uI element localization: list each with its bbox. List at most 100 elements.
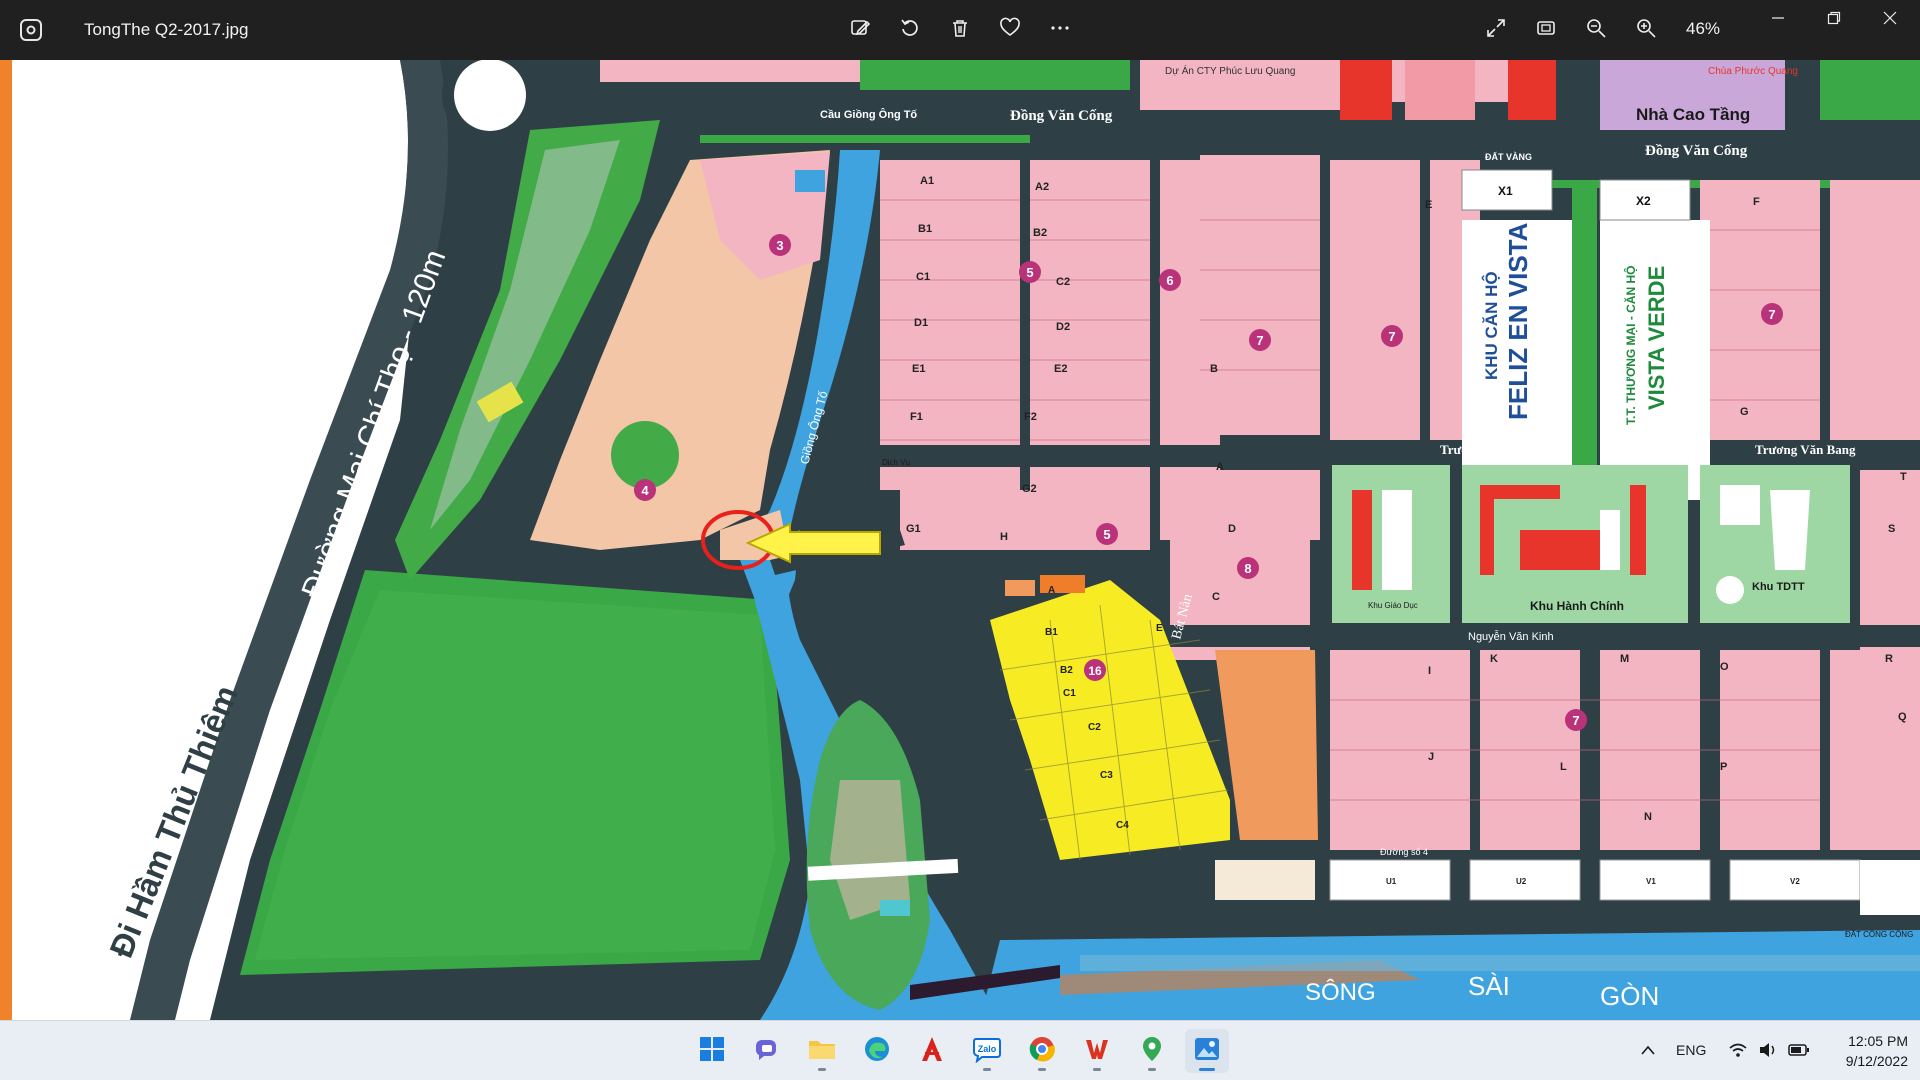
block-label: J [1428, 751, 1434, 763]
zone-badge: 5 [1103, 527, 1110, 542]
yellow-block-label: C2 [1088, 722, 1101, 733]
fit-to-window-button[interactable] [1530, 14, 1562, 46]
title-bar: TongThe Q2-2017.jpg 46% [0, 0, 1920, 60]
image-viewport[interactable]: Đường Mai Chí Thọ - 120m Đi Hầm Thủ Thiê… [0, 60, 1920, 1020]
clock-date: 9/12/2022 [1845, 1053, 1908, 1069]
block-label: U1 [1386, 877, 1397, 886]
zoom-in-button[interactable] [1630, 14, 1662, 46]
label-khu-can-ho: KHU CĂN HỘ [1482, 271, 1501, 380]
chevron-up-icon[interactable] [1640, 1043, 1656, 1061]
block-label: D2 [1056, 321, 1070, 333]
photos-app[interactable] [1185, 1029, 1229, 1073]
label-dich-vu: Dịch Vụ [882, 458, 910, 467]
more-icon [1049, 17, 1071, 44]
minimize-button[interactable] [1750, 0, 1806, 40]
yellow-block-label: C3 [1100, 770, 1113, 781]
map-pin-icon [1139, 1035, 1165, 1068]
label-khu-hanh-chinh: Khu Hành Chính [1530, 599, 1624, 613]
rotate-icon [899, 17, 921, 44]
block-label: V2 [1790, 877, 1800, 886]
zone-badge: 8 [1244, 561, 1251, 576]
maps-app[interactable] [1130, 1029, 1174, 1073]
label-song: SÔNG [1305, 978, 1376, 1006]
yellow-block-label: C4 [1116, 820, 1129, 831]
label-gon: GÒN [1600, 981, 1659, 1011]
file-explorer-app[interactable] [800, 1029, 844, 1073]
zalo-icon: Zalo [972, 1035, 1002, 1068]
taskbar: Zalo ENG 12:05 PM 9/12/2022 [0, 1020, 1920, 1080]
road-label-truong-van-bang-1: Trương Văn Bang [1440, 442, 1541, 457]
zalo-app[interactable]: Zalo [965, 1029, 1009, 1073]
battery-icon[interactable] [1788, 1043, 1810, 1062]
yellow-block-label: C1 [1063, 688, 1076, 699]
file-name-title: TongThe Q2-2017.jpg [84, 20, 249, 39]
label-khu-tdtt: Khu TDTT [1752, 581, 1805, 593]
more-button[interactable] [1044, 14, 1076, 46]
block-label: I [1428, 665, 1431, 677]
rotate-button[interactable] [894, 14, 926, 46]
block-label: K [1490, 653, 1498, 665]
road-label-dong-van-cong-2: Đồng Văn Cống [1645, 143, 1748, 159]
zoom-out-icon [1585, 17, 1607, 44]
zone-badge: 7 [1572, 713, 1579, 728]
photos-app-window: TongThe Q2-2017.jpg 46% Đường Mai Chí Th… [0, 0, 1920, 1080]
clock[interactable]: 12:05 PM 9/12/2022 [1818, 1031, 1908, 1071]
road-label-duong-so-4: Đường số 4 [1380, 847, 1428, 857]
chrome-icon [1028, 1035, 1056, 1068]
block-label: A2 [1035, 181, 1049, 193]
road-label-cau-giong: Cầu Giồng Ông Tố [820, 108, 917, 121]
fullscreen-button[interactable] [1480, 14, 1512, 46]
block-label: C [1212, 591, 1220, 603]
block-label: N [1644, 811, 1652, 823]
block-label: F [1753, 196, 1760, 208]
block-label: M [1620, 653, 1629, 665]
close-button[interactable] [1862, 0, 1918, 40]
label-nha-cao-tang: Nhà Cao Tầng [1636, 105, 1750, 124]
volume-icon[interactable] [1758, 1041, 1778, 1064]
block-label: S [1888, 523, 1895, 535]
road-label-truong-van-bang-2: Trương Văn Bang [1755, 442, 1856, 457]
chrome-app[interactable] [1020, 1029, 1064, 1073]
block-label: D1 [914, 317, 928, 329]
zoom-out-button[interactable] [1580, 14, 1612, 46]
block-label: Q [1898, 711, 1907, 723]
language-indicator[interactable]: ENG [1676, 1042, 1706, 1058]
chat-icon [753, 1035, 781, 1068]
wifi-icon[interactable] [1728, 1041, 1748, 1064]
block-label: G [1740, 406, 1749, 418]
folder-icon [807, 1036, 837, 1067]
zone-badge: 5 [1026, 265, 1033, 280]
acrobat-app[interactable] [910, 1029, 954, 1073]
photos-icon [1193, 1035, 1221, 1068]
start-button[interactable] [690, 1029, 734, 1073]
zone-badge: 7 [1256, 333, 1263, 348]
label-vista-verde: VISTA VERDE [1644, 266, 1669, 410]
block-label: D [1228, 523, 1236, 535]
edit-image-icon [849, 17, 871, 44]
zone-badge: 4 [641, 483, 649, 498]
teams-app[interactable] [745, 1029, 789, 1073]
label-sai: SÀI [1468, 971, 1510, 1001]
zone-badge: 6 [1166, 273, 1173, 288]
favorite-button[interactable] [994, 14, 1026, 46]
restore-button[interactable] [1806, 0, 1862, 40]
block-label: U2 [1516, 877, 1527, 886]
zoom-level-text[interactable]: 46% [1686, 19, 1720, 39]
block-label: E1 [912, 363, 925, 375]
block-label: C2 [1056, 276, 1070, 288]
label-du-an: Dự Án CTY Phúc Lưu Quang [1165, 64, 1296, 77]
zoom-in-icon [1635, 17, 1657, 44]
zone-badge: 7 [1388, 329, 1395, 344]
block-label: G2 [1022, 483, 1037, 495]
delete-button[interactable] [944, 14, 976, 46]
wps-app[interactable] [1075, 1029, 1119, 1073]
label-tt-thuong-mai: T.T. THƯƠNG MẠI - CĂN HỘ [1623, 265, 1638, 425]
running-indicator [983, 1068, 991, 1071]
restore-icon [1827, 11, 1841, 30]
yellow-block-label: B1 [1045, 627, 1058, 638]
edge-icon [863, 1035, 891, 1068]
edit-image-button[interactable] [844, 14, 876, 46]
block-label: A [1216, 461, 1224, 473]
zone-badge: 7 [1768, 307, 1775, 322]
edge-app[interactable] [855, 1029, 899, 1073]
